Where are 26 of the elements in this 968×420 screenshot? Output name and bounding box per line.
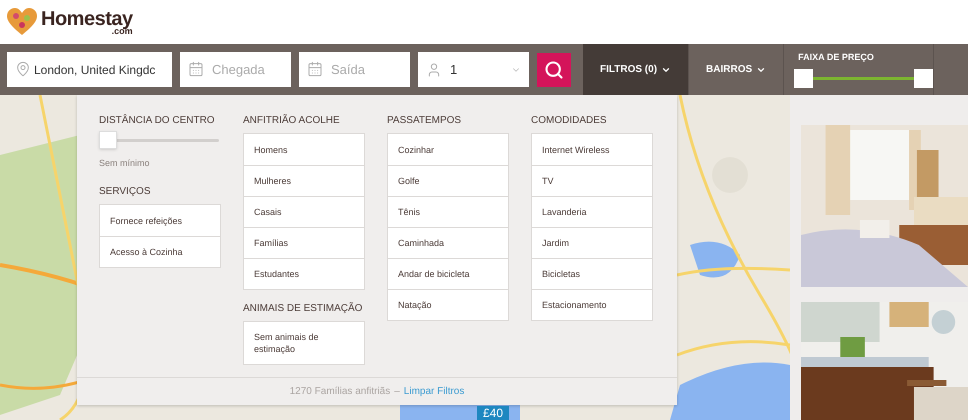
guests-select[interactable]: 1 <box>418 52 529 87</box>
host-count: 1270 Famílias anfitriãs <box>290 385 390 399</box>
search-button[interactable] <box>537 52 571 86</box>
person-icon <box>426 62 442 78</box>
price-range-slider[interactable] <box>794 68 932 88</box>
section-heading: SERVIÇOS <box>99 185 152 198</box>
calendar-icon <box>188 61 204 77</box>
checkout-field[interactable]: Saída <box>299 52 410 87</box>
heart-logo-icon <box>7 8 37 36</box>
section-heading: DISTÂNCIA DO CENTRO <box>99 114 216 127</box>
distance-slider[interactable] <box>99 131 219 149</box>
location-field[interactable]: London, United Kingdc <box>7 52 172 87</box>
distance-reading: Sem mínimo <box>99 157 151 169</box>
price-marker[interactable]: £40 <box>477 406 510 420</box>
logo-wordmark: Homestay <box>41 8 133 28</box>
search-icon <box>544 60 564 80</box>
section-heading: PASSATEMPOS <box>387 114 462 127</box>
section-heading: ANIMAIS DE ESTIMAÇÃO <box>243 302 364 315</box>
location-pin-icon <box>15 61 31 77</box>
price-range-label: FAIXA DE PREÇO <box>798 51 875 64</box>
checkin-field[interactable]: Chegada <box>180 52 291 87</box>
nav-tab[interactable]: FILTROS (0) <box>583 44 690 95</box>
calendar-icon <box>307 61 323 77</box>
separator: – <box>394 385 400 399</box>
section-heading: ANFITRIÃO ACOLHE <box>243 114 341 127</box>
section-heading: COMODIDADES <box>531 114 608 127</box>
